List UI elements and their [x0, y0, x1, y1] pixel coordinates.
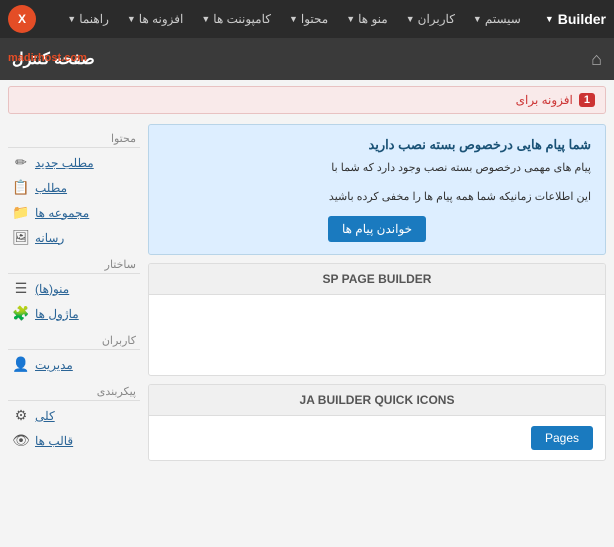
chevron-down-icon: ▼ [289, 14, 298, 24]
notification-text-2: این اطلاعات زمانیکه شما همه پیام ها را م… [163, 188, 591, 207]
navbar-brand[interactable]: Builder ▼ [545, 11, 606, 27]
navbar: Builder ▼ سیستم ▼ کاربران ▼ منو ها ▼ محت… [0, 0, 614, 38]
madirhost-label: madirhost.com [8, 52, 87, 64]
sidebar-item-modules[interactable]: ماژول ها 🧩 [8, 301, 140, 326]
sidebar-item-label: منو(ها) [35, 282, 69, 296]
ja-panel-header: JA BUILDER QUICK ICONS [149, 385, 605, 416]
nav-item-content[interactable]: محتوا ▼ [281, 6, 336, 32]
alert-text: افزونه برای [516, 93, 573, 107]
pages-button[interactable]: Pages [531, 426, 593, 450]
sidebar-item-media[interactable]: رسانه 🖼 [8, 225, 140, 250]
navbar-items: سیستم ▼ کاربران ▼ منو ها ▼ محتوا ▼ کامپو… [36, 6, 529, 32]
nav-label-users: کاربران [418, 12, 455, 26]
sidebar-item-label: قالب ها [35, 434, 73, 448]
chevron-down-icon: ▼ [406, 14, 415, 24]
eye-icon: 👁 [12, 432, 30, 449]
alert-bar: 1 افزونه برای [8, 86, 606, 114]
nav-label-extensions: افزونه ها [139, 12, 184, 26]
sidebar-item-label: ماژول ها [35, 307, 79, 321]
sidebar-section-content: محتوا [8, 124, 140, 148]
sidebar-item-label: مطلب [35, 181, 67, 195]
ja-panel-body: Pages [149, 416, 605, 460]
navbar-brand-label: Builder [558, 11, 606, 27]
content-area: شما پیام هایی درخصوص بسته نصب دارید پیام… [148, 124, 606, 461]
sidebar-item-categories[interactable]: مجموعه ها 📁 [8, 200, 140, 225]
nav-label-menus: منو ها [358, 12, 388, 26]
sidebar-item-menus[interactable]: منو(ها) ☰ [8, 276, 140, 301]
chevron-down-icon: ▼ [201, 14, 210, 24]
nav-label-components: کامپوننت ها [213, 12, 271, 26]
nav-item-extensions[interactable]: افزونه ها ▼ [119, 6, 192, 32]
sidebar-item-article[interactable]: مطلب 📋 [8, 175, 140, 200]
nav-item-users[interactable]: کاربران ▼ [398, 6, 463, 32]
chevron-down-icon: ▼ [473, 14, 482, 24]
joomla-icon[interactable]: X [8, 5, 36, 33]
nav-label-system: سیستم [485, 12, 521, 26]
main-layout: شما پیام هایی درخصوص بسته نصب دارید پیام… [0, 120, 614, 465]
gear-icon: ⚙ [12, 407, 30, 424]
edit-icon: ✏ [12, 154, 30, 171]
folder-icon: 📁 [12, 204, 30, 221]
chevron-down-icon: ▼ [545, 14, 554, 24]
sidebar-item-label: مدیریت [35, 358, 73, 372]
sidebar-item-label: مجموعه ها [35, 206, 89, 220]
copy-icon: 📋 [12, 179, 30, 196]
module-icon: 🧩 [12, 305, 30, 322]
notification-title: شما پیام هایی درخصوص بسته نصب دارید [163, 137, 591, 153]
chevron-down-icon: ▼ [67, 14, 76, 24]
notification-text-1: پیام های مهمی درخصوص بسته نصب وجود دارد … [163, 159, 591, 178]
home-icon[interactable]: ⌂ [591, 49, 602, 70]
notification-box: شما پیام هایی درخصوص بسته نصب دارید پیام… [148, 124, 606, 255]
alert-badge: 1 [579, 93, 595, 107]
sidebar-item-label: رسانه [35, 231, 64, 245]
chevron-down-icon: ▼ [127, 14, 136, 24]
image-icon: 🖼 [12, 229, 30, 246]
sidebar-item-new-article[interactable]: مطلب جدید ✏ [8, 150, 140, 175]
page-header: ⌂ صفحه کنترل [0, 38, 614, 80]
ja-builder-panel: JA BUILDER QUICK ICONS Pages [148, 384, 606, 461]
nav-label-help: راهنما [79, 12, 109, 26]
sidebar-item-global[interactable]: کلی ⚙ [8, 403, 140, 428]
sidebar-section-config: پیکربندی [8, 377, 140, 401]
sidebar-item-label: مطلب جدید [35, 156, 94, 170]
chevron-down-icon: ▼ [346, 14, 355, 24]
sidebar-item-templates[interactable]: قالب ها 👁 [8, 428, 140, 453]
read-messages-button[interactable]: خواندن پیام ها [328, 216, 426, 242]
nav-item-components[interactable]: کامپوننت ها ▼ [193, 6, 279, 32]
nav-item-system[interactable]: سیستم ▼ [465, 6, 529, 32]
sidebar-item-label: کلی [35, 409, 55, 423]
sidebar-section-structure: ساختار [8, 250, 140, 274]
user-icon: 👤 [12, 356, 30, 373]
nav-label-content: محتوا [301, 12, 328, 26]
sp-panel-body [149, 295, 605, 375]
sidebar-item-management[interactable]: مدیریت 👤 [8, 352, 140, 377]
sp-page-builder-panel: SP PAGE BUILDER [148, 263, 606, 376]
sidebar: محتوا مطلب جدید ✏ مطلب 📋 مجموعه ها 📁 رسا… [8, 124, 148, 461]
nav-item-menus[interactable]: منو ها ▼ [338, 6, 396, 32]
nav-item-help[interactable]: راهنما ▼ [59, 6, 117, 32]
sp-panel-header: SP PAGE BUILDER [149, 264, 605, 295]
menu-icon: ☰ [12, 280, 30, 297]
sidebar-section-users: کاربران [8, 326, 140, 350]
